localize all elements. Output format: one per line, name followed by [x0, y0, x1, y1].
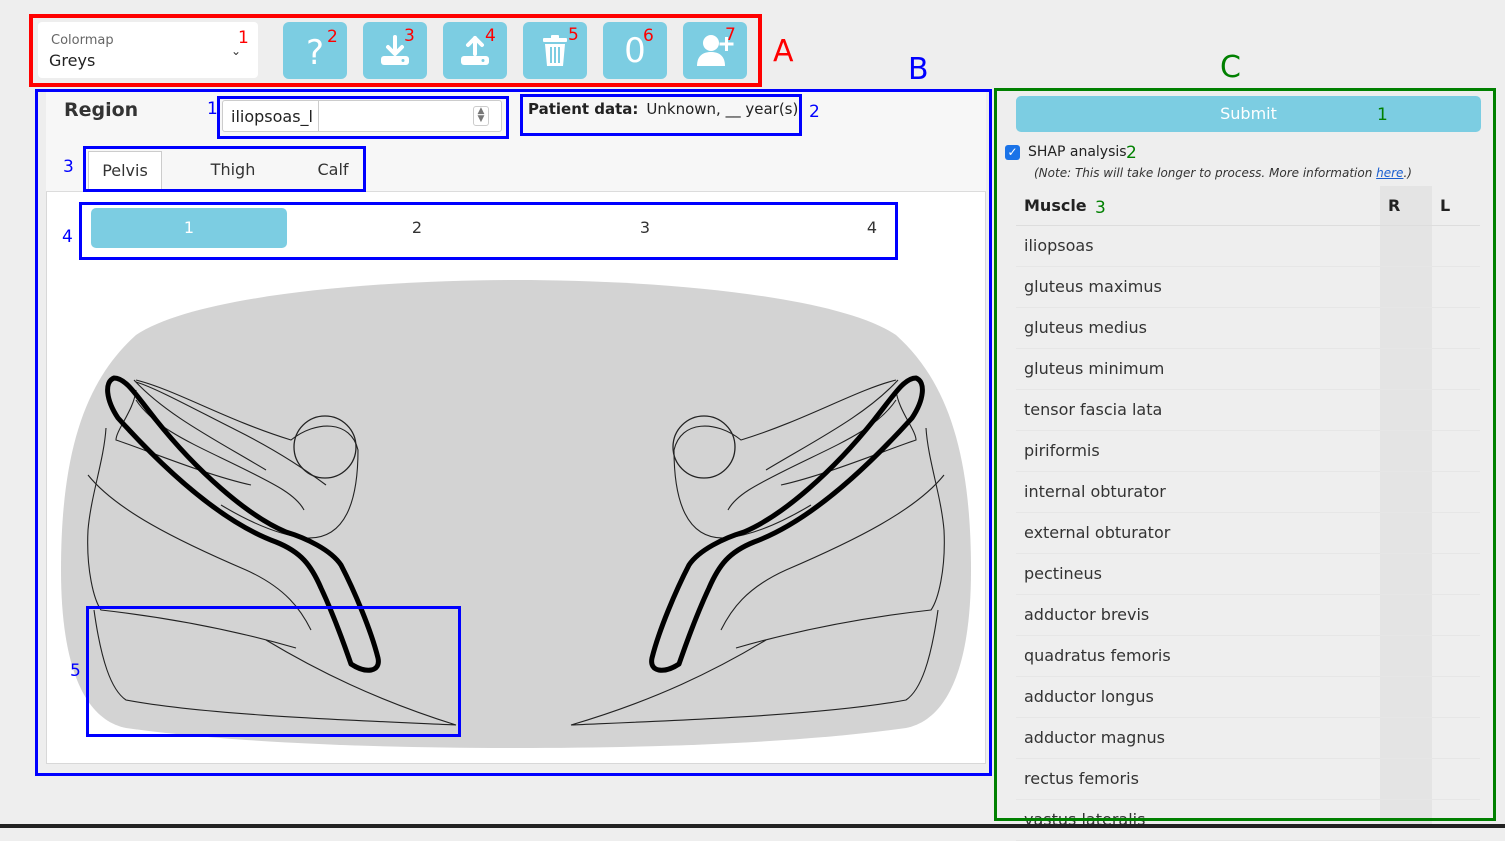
section-label-b: B [908, 52, 929, 87]
annotation-label: 3 [63, 157, 74, 177]
annotation-box-a [29, 14, 762, 87]
annotation-box-b3 [83, 146, 366, 192]
annotation-label: 5 [70, 661, 81, 681]
section-label-a: A [773, 34, 794, 69]
annotation-label: 7 [725, 25, 736, 45]
annotation-box-b4 [79, 202, 898, 260]
window-bottom-edge [0, 824, 1505, 828]
annotation-box-b1 [217, 96, 509, 139]
annotation-label: 3 [1095, 198, 1106, 218]
annotation-box-b2 [520, 94, 802, 136]
section-label-c: C [1220, 50, 1241, 85]
annotation-label: 2 [1126, 143, 1137, 163]
annotation-label: 1 [207, 99, 218, 119]
annotation-label: 3 [404, 26, 415, 46]
annotation-label: 1 [1377, 105, 1388, 125]
annotation-label: 4 [62, 227, 73, 247]
annotation-label: 5 [568, 25, 579, 45]
annotation-box-c [994, 88, 1496, 821]
annotation-label: 2 [327, 27, 338, 47]
annotation-label: 1 [238, 28, 249, 48]
annotation-box-b5 [86, 606, 461, 737]
annotation-label: 6 [643, 26, 654, 46]
annotation-label: 4 [485, 26, 496, 46]
annotation-label: 2 [809, 102, 820, 122]
